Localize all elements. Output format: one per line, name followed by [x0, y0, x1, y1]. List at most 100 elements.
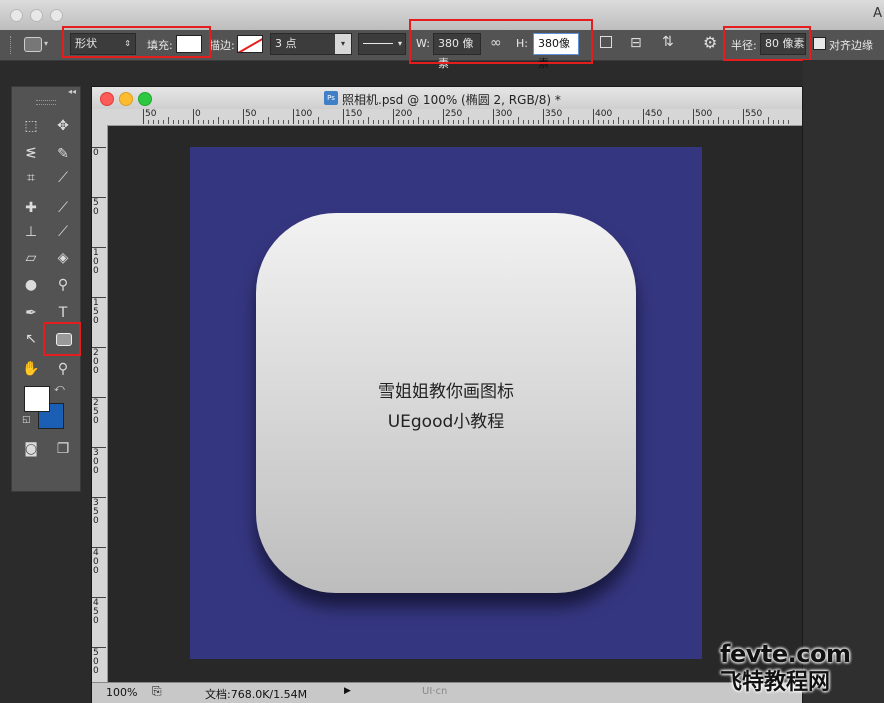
ruler-minor-tick — [373, 120, 374, 124]
ruler-tick — [643, 109, 644, 124]
hand-tool-icon[interactable]: ✋ — [18, 357, 44, 381]
quick-selection-tool-icon[interactable]: ✎ — [50, 142, 76, 166]
ruler-minor-tick — [748, 120, 749, 124]
canvas[interactable]: 雪姐姐教你画图标 UEgood小教程 — [190, 147, 702, 659]
ruler-minor-tick — [658, 120, 659, 124]
align-edges-checkbox[interactable] — [813, 37, 826, 50]
ruler-minor-tick — [453, 120, 454, 124]
chevron-down-icon: ▾ — [397, 39, 402, 48]
ruler-minor-tick — [738, 120, 739, 124]
brush-tool-icon[interactable]: ⟋ — [50, 196, 76, 220]
ruler-minor-tick — [688, 120, 689, 124]
ruler-label: 500 — [695, 109, 713, 119]
doc-zoom-button[interactable] — [138, 92, 152, 106]
ruler-minor-tick — [153, 120, 154, 124]
clone-stamp-tool-icon[interactable]: ⊥ — [18, 220, 44, 244]
ruler-tick — [343, 109, 344, 124]
status-bar: 100% ⎘ 文档:768.0K/1.54M ▶ UI·cn — [92, 682, 802, 703]
pen-tool-icon[interactable]: ✒ — [18, 301, 44, 325]
doc-minimize-button[interactable] — [119, 92, 133, 106]
ruler-minor-tick — [168, 117, 169, 124]
marquee-tool-icon[interactable]: ⬚ — [18, 114, 44, 138]
ruler-minor-tick — [718, 117, 719, 124]
highlight-rounded-rect-tool — [43, 322, 81, 356]
zoom-dot[interactable] — [50, 9, 63, 22]
document-size: 文档:768.0K/1.54M — [205, 688, 308, 701]
minimize-dot[interactable] — [30, 9, 43, 22]
healing-brush-tool-icon[interactable]: ✚ — [18, 196, 44, 220]
play-arrow-icon[interactable]: ▶ — [344, 686, 351, 696]
ruler-minor-tick — [488, 120, 489, 124]
ruler-minor-tick — [358, 120, 359, 124]
rounded-icon-shape[interactable]: 雪姐姐教你画图标 UEgood小教程 — [256, 213, 636, 593]
ruler-minor-tick — [198, 120, 199, 124]
share-icon[interactable]: ⎘ — [152, 684, 162, 699]
ruler-minor-tick — [788, 120, 789, 124]
ruler-minor-tick — [408, 120, 409, 124]
ruler-minor-tick — [288, 120, 289, 124]
ruler-origin[interactable] — [92, 109, 107, 125]
stroke-swatch[interactable] — [237, 35, 263, 53]
ruler-minor-tick — [183, 120, 184, 124]
ruler-minor-tick — [318, 117, 319, 124]
close-dot[interactable] — [10, 9, 23, 22]
watermark-line2: 飞特教程网 — [720, 670, 831, 695]
swap-colors-icon[interactable]: ⤺ — [54, 383, 65, 394]
ruler-minor-tick — [148, 120, 149, 124]
path-alignment-icon[interactable]: ⊟ — [630, 35, 642, 51]
blur-tool-icon[interactable]: ● — [18, 273, 44, 297]
lasso-tool-icon[interactable]: ᓬ — [18, 142, 44, 166]
path-arrangement-icon[interactable]: ⇅ — [662, 34, 674, 50]
quick-mask-icon[interactable]: ◙ — [18, 437, 44, 461]
default-colors-icon[interactable]: ◱ — [22, 415, 31, 425]
ruler-minor-tick — [278, 120, 279, 124]
ruler-minor-tick — [508, 120, 509, 124]
foreground-color-front — [24, 386, 50, 412]
stroke-width-select[interactable]: 3 点 ▾ — [270, 33, 352, 55]
ruler-tick — [443, 109, 444, 124]
ruler-minor-tick — [628, 120, 629, 124]
icon-subtitle: UEgood小教程 — [387, 412, 505, 432]
ruler-label: 0 — [195, 109, 201, 119]
ruler-minor-tick — [728, 120, 729, 124]
ruler-minor-tick — [673, 120, 674, 124]
stroke-type-select[interactable]: ▾ — [358, 33, 406, 55]
chevron-down-icon[interactable]: ▾ — [44, 39, 48, 48]
ruler-label: 100 — [93, 248, 99, 276]
ruler-minor-tick — [338, 120, 339, 124]
ruler-minor-tick — [588, 120, 589, 124]
eraser-tool-icon[interactable]: ▱ — [18, 246, 44, 270]
ruler-tick — [493, 109, 494, 124]
gear-icon[interactable]: ⚙ — [703, 33, 717, 52]
paint-bucket-tool-icon[interactable]: ◈ — [50, 246, 76, 270]
ruler-minor-tick — [513, 120, 514, 124]
crop-tool-icon[interactable]: ⌗ — [18, 166, 44, 190]
ruler-minor-tick — [483, 120, 484, 124]
ruler-minor-tick — [723, 120, 724, 124]
ruler-label: 500 — [93, 648, 99, 676]
zoom-tool-icon[interactable]: ⚲ — [50, 357, 76, 381]
path-operations-icon[interactable] — [600, 36, 612, 48]
doc-close-button[interactable] — [100, 92, 114, 106]
move-tool-icon[interactable]: ✥ — [50, 114, 76, 138]
horizontal-ruler[interactable]: 50 0 50 100 150 200 250 300 350 400 450 500 550 — [107, 109, 802, 126]
eyedropper-tool-icon[interactable]: ⟋ — [50, 166, 76, 190]
dodge-tool-icon[interactable]: ⚲ — [50, 273, 76, 297]
ruler-minor-tick — [518, 117, 519, 124]
history-brush-tool-icon[interactable]: ⟋ — [50, 220, 76, 244]
app-title-fragment: A — [873, 6, 882, 21]
rounded-rect-preset-icon[interactable] — [24, 37, 42, 52]
zoom-level[interactable]: 100% — [106, 686, 137, 699]
collapse-icon[interactable]: ◂◂ — [68, 87, 76, 96]
path-selection-tool-icon[interactable]: ↖ — [18, 327, 44, 351]
ruler-minor-tick — [258, 120, 259, 124]
screen-mode-icon[interactable]: ❐ — [50, 437, 76, 461]
vertical-ruler[interactable]: 0 50 100 150 200 250 300 350 400 450 500 — [92, 125, 108, 682]
ruler-tick — [743, 109, 744, 124]
ruler-minor-tick — [213, 120, 214, 124]
ruler-minor-tick — [448, 120, 449, 124]
ruler-minor-tick — [553, 120, 554, 124]
ruler-minor-tick — [583, 120, 584, 124]
ruler-minor-tick — [383, 120, 384, 124]
ruler-minor-tick — [648, 120, 649, 124]
